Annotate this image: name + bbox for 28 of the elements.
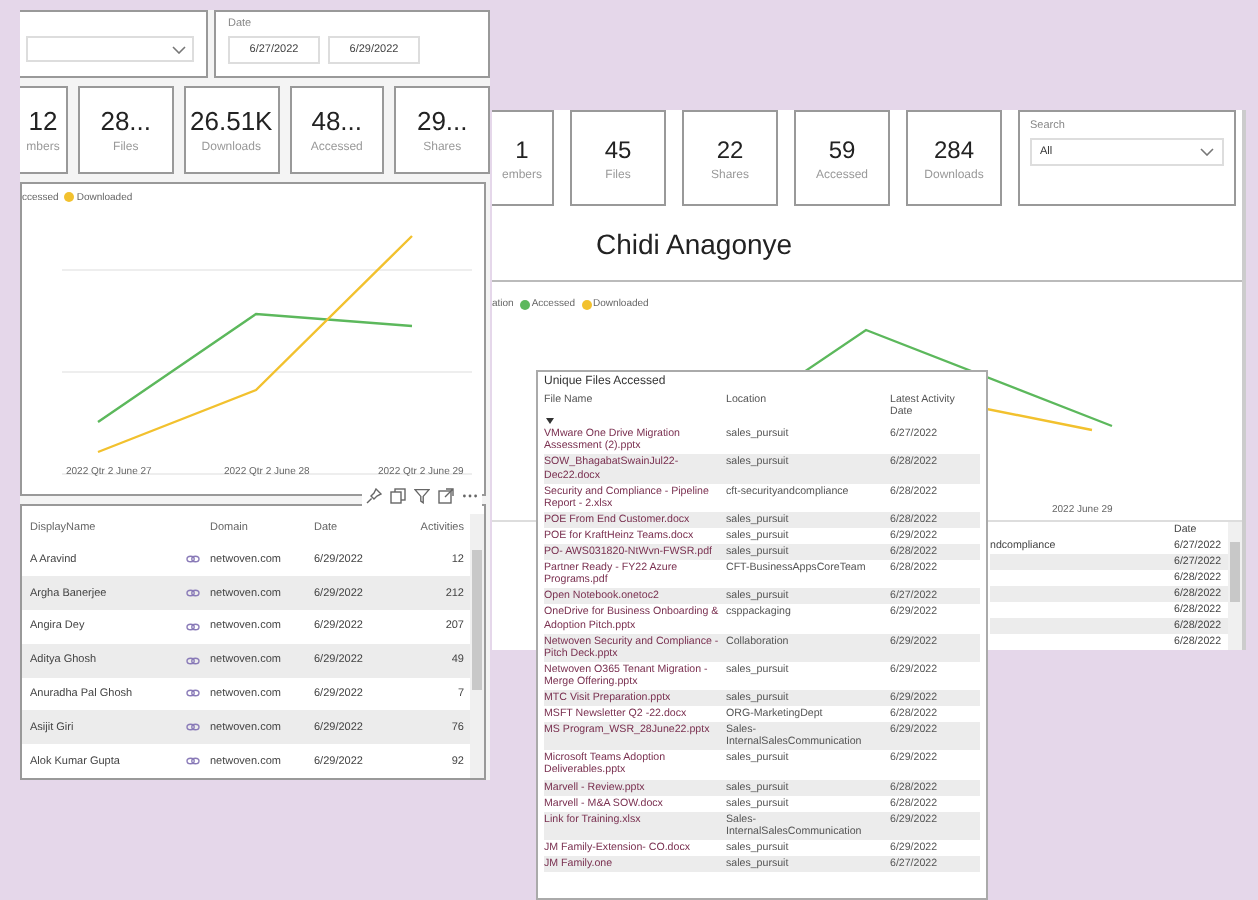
scrollbar[interactable] xyxy=(1228,522,1242,650)
sort-icon[interactable] xyxy=(546,418,554,425)
stat-value: 28... xyxy=(100,106,152,137)
stat-value: 48... xyxy=(311,106,363,137)
filter-dropdown[interactable] xyxy=(20,10,208,79)
stat-value: 284 xyxy=(933,135,975,163)
pin-icon[interactable] xyxy=(366,488,382,505)
link-icon[interactable] xyxy=(186,588,200,599)
link-icon[interactable] xyxy=(186,688,200,699)
stat-value: 26.51K xyxy=(190,106,273,137)
stat-value: 29... xyxy=(416,106,468,137)
expand-icon[interactable] xyxy=(438,488,454,505)
link-icon[interactable] xyxy=(186,722,200,733)
link-icon[interactable] xyxy=(186,655,200,666)
stat-value: 1 xyxy=(515,135,529,163)
stat-value: 12 xyxy=(28,106,58,137)
report-title: Chidi Anagonye xyxy=(594,226,795,264)
stat-value: 45 xyxy=(604,135,632,163)
link-icon[interactable] xyxy=(186,621,200,632)
link-icon[interactable] xyxy=(186,756,200,767)
copy-icon[interactable] xyxy=(390,488,406,505)
stat-value: 22 xyxy=(716,135,744,163)
scrollbar[interactable] xyxy=(470,514,484,778)
chevron-down-icon[interactable] xyxy=(1200,148,1214,156)
filter-icon[interactable] xyxy=(414,488,430,505)
stat-value: 59 xyxy=(828,135,856,163)
link-icon[interactable] xyxy=(186,554,200,565)
chevron-down-icon[interactable] xyxy=(172,45,186,54)
